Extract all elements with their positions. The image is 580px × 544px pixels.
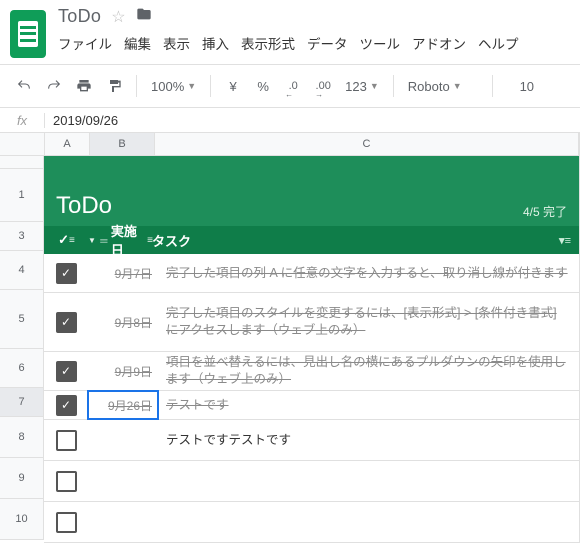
decrease-decimal-button[interactable]: .0← bbox=[279, 72, 307, 100]
row-header-3[interactable]: 3 bbox=[0, 222, 44, 251]
sheet-progress: 4/5 完了 bbox=[523, 203, 567, 220]
print-button[interactable] bbox=[70, 72, 98, 100]
cell-task[interactable]: テストですテストです bbox=[166, 432, 291, 449]
sheets-app-icon[interactable] bbox=[10, 10, 46, 58]
cell-date[interactable]: 9月9日 bbox=[115, 363, 152, 380]
menu-help[interactable]: ヘルプ bbox=[478, 33, 519, 53]
menu-edit[interactable]: 編集 bbox=[124, 33, 151, 53]
col-header-a[interactable]: A bbox=[45, 133, 90, 155]
row-header-10[interactable]: 10 bbox=[0, 499, 44, 540]
checkbox[interactable] bbox=[56, 430, 77, 451]
redo-button[interactable] bbox=[40, 72, 68, 100]
font-size-select[interactable]: 10 bbox=[501, 79, 553, 94]
zoom-select[interactable]: 100%▼ bbox=[145, 79, 202, 94]
toolbar: 100%▼ ¥ % .0← .00→ 123▼ Roboto▼ 10 bbox=[0, 65, 580, 107]
checkbox[interactable] bbox=[56, 471, 77, 492]
filter-icon[interactable]: ▾≡ bbox=[559, 234, 571, 247]
row-header-7[interactable]: 7 bbox=[0, 388, 44, 417]
font-size: 10 bbox=[520, 79, 534, 94]
fx-label: fx bbox=[0, 113, 45, 128]
checkbox[interactable] bbox=[56, 512, 77, 533]
menu-bar: ファイル 編集 表示 挿入 表示形式 データ ツール アドオン ヘルプ bbox=[58, 33, 570, 53]
sheet-column-headers: ✓≡ ▼＝実施日≡ タスク ▾≡ bbox=[44, 226, 579, 254]
star-icon[interactable]: ☆ bbox=[111, 7, 125, 27]
cell-task[interactable]: テストです bbox=[166, 397, 229, 414]
cell-date[interactable]: 9月26日 bbox=[108, 397, 152, 414]
menu-view[interactable]: 表示 bbox=[163, 33, 190, 53]
table-row: テストですテストです bbox=[44, 420, 579, 461]
row-header-2[interactable]: 1 bbox=[0, 169, 44, 222]
row-header-4[interactable]: 4 bbox=[0, 251, 44, 290]
select-all-corner[interactable] bbox=[0, 133, 45, 156]
checkbox[interactable]: ✓ bbox=[56, 312, 77, 333]
percent-button[interactable]: % bbox=[249, 72, 277, 100]
cell-task[interactable]: 項目を並べ替えるには、見出し名の横にあるプルダウンの矢印を使用します（ウェブ上の… bbox=[166, 354, 571, 388]
col-task[interactable]: タスク bbox=[152, 231, 191, 250]
menu-insert[interactable]: 挿入 bbox=[202, 33, 229, 53]
col-header-b[interactable]: B bbox=[90, 133, 155, 155]
menu-data[interactable]: データ bbox=[307, 33, 348, 53]
checkbox[interactable]: ✓ bbox=[56, 263, 77, 284]
col-header-c[interactable]: C bbox=[155, 133, 579, 155]
menu-tools[interactable]: ツール bbox=[360, 33, 401, 53]
table-row: ✓ 9月9日 項目を並べ替えるには、見出し名の横にあるプルダウンの矢印を使用しま… bbox=[44, 352, 579, 391]
font-select[interactable]: Roboto▼ bbox=[402, 79, 484, 94]
checkbox[interactable]: ✓ bbox=[56, 361, 77, 382]
zoom-value: 100% bbox=[151, 79, 184, 94]
row-header-1[interactable] bbox=[0, 156, 44, 169]
col-check: ✓ bbox=[58, 232, 69, 248]
row-header-5[interactable]: 5 bbox=[0, 290, 44, 349]
col-date[interactable]: 実施日 bbox=[111, 221, 144, 259]
table-row: ✓ 9月7日 完了した項目の列 A に任意の文字を入力すると、取り消し線が付きま… bbox=[44, 254, 579, 293]
document-title[interactable]: ToDo bbox=[58, 6, 101, 27]
row-header-9[interactable]: 9 bbox=[0, 458, 44, 499]
table-row: ✓ 9月26日 テストです bbox=[44, 391, 579, 420]
fx-value[interactable]: 2019/09/26 bbox=[45, 113, 118, 128]
menu-format[interactable]: 表示形式 bbox=[241, 33, 295, 53]
cell-date[interactable]: 9月8日 bbox=[115, 314, 152, 331]
cell-task[interactable]: 完了した項目のスタイルを変更するには、[表示形式] > [条件付き書式] にアク… bbox=[166, 305, 571, 339]
row-header-8[interactable]: 8 bbox=[0, 417, 44, 458]
menu-file[interactable]: ファイル bbox=[58, 33, 112, 53]
table-row bbox=[44, 461, 579, 502]
sheet-title-row: ToDo 4/5 完了 bbox=[44, 168, 579, 226]
paint-format-button[interactable] bbox=[100, 72, 128, 100]
row-header-6[interactable]: 6 bbox=[0, 349, 44, 388]
menu-addons[interactable]: アドオン bbox=[412, 33, 466, 53]
table-row: ✓ 9月8日 完了した項目のスタイルを変更するには、[表示形式] > [条件付き… bbox=[44, 293, 579, 352]
folder-icon[interactable] bbox=[136, 6, 152, 27]
undo-button[interactable] bbox=[10, 72, 38, 100]
formula-bar[interactable]: fx 2019/09/26 bbox=[0, 108, 580, 133]
sheet-heading: ToDo bbox=[56, 192, 112, 220]
cell-date[interactable]: 9月7日 bbox=[115, 265, 152, 282]
checkbox[interactable]: ✓ bbox=[56, 395, 77, 416]
increase-decimal-button[interactable]: .00→ bbox=[309, 72, 337, 100]
number-format-select[interactable]: 123▼ bbox=[339, 79, 385, 94]
table-row bbox=[44, 502, 579, 543]
cell-task[interactable]: 完了した項目の列 A に任意の文字を入力すると、取り消し線が付きます bbox=[166, 265, 568, 282]
currency-button[interactable]: ¥ bbox=[219, 72, 247, 100]
font-name: Roboto bbox=[408, 79, 450, 94]
